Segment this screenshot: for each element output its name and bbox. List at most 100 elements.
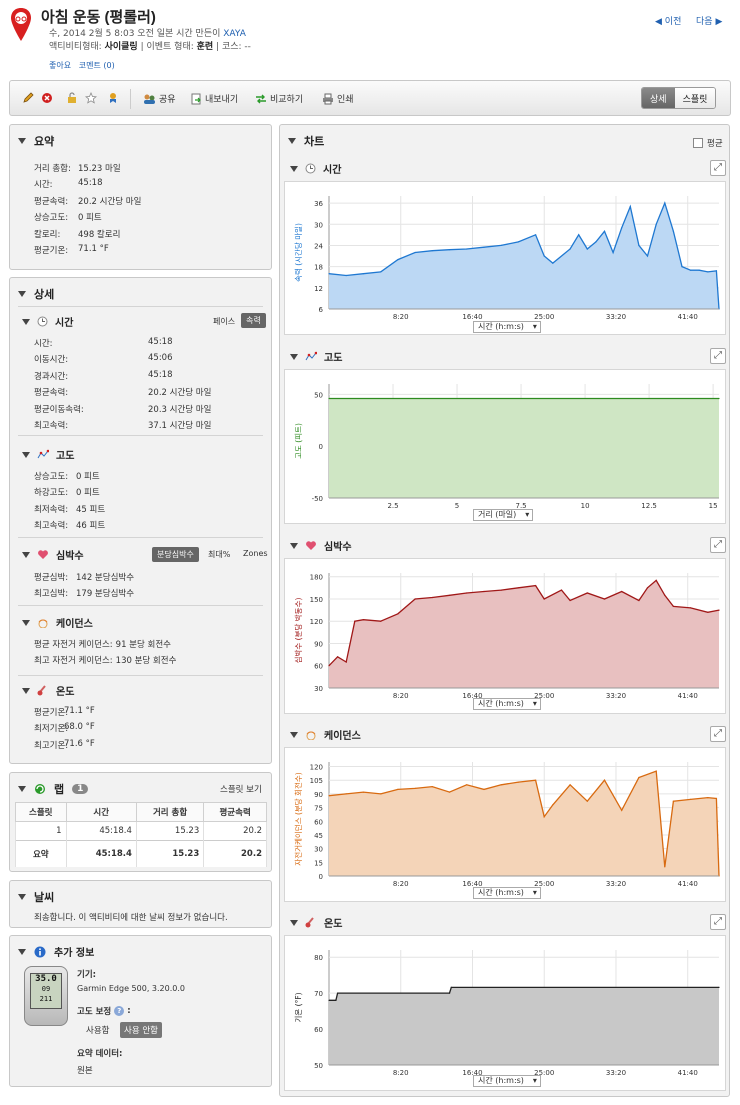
data-point <box>621 809 623 811</box>
x-tick-label: 8:20 <box>393 313 409 321</box>
x-tick-label: 41:40 <box>678 1069 698 1077</box>
elev-corr-off-option[interactable]: 사용 안함 <box>120 1022 162 1038</box>
elevation-chart-header[interactable]: 고도 <box>290 349 342 364</box>
bpm-toggle[interactable]: 분당심박수 <box>152 547 199 562</box>
toolbar-divider <box>130 89 131 109</box>
details-header[interactable]: 상세 <box>18 286 54 302</box>
split-view-button[interactable]: 스플릿 <box>674 88 716 108</box>
weather-header[interactable]: 날씨 <box>18 889 54 905</box>
column-header[interactable]: 평균속력 <box>203 802 267 822</box>
star-icon[interactable] <box>85 92 97 104</box>
collapse-icon <box>18 138 26 144</box>
export-button[interactable]: 내보내기 <box>190 92 238 105</box>
time-section-header[interactable]: 시간 <box>22 314 73 329</box>
compare-button[interactable]: 비교하기 <box>255 92 303 105</box>
cadence-section-title: 케이던스 <box>56 619 93 630</box>
collapse-icon <box>18 894 26 900</box>
lap-cell: 1 <box>15 821 67 841</box>
expand-icon[interactable]: ⤢ <box>710 914 726 930</box>
print-button[interactable]: 인쇄 <box>322 92 354 105</box>
column-header[interactable]: 거리 총합 <box>135 802 205 822</box>
cadence-chart: 0 15 30 45 60 75 90 105 120 8:20 16:40 25:00 33:20 41… <box>284 747 726 902</box>
help-icon[interactable]: ? <box>114 1006 125 1016</box>
data-point <box>690 607 692 609</box>
delete-icon[interactable] <box>41 92 53 104</box>
y-axis-label: 심박수 (분당 박동수) <box>293 598 303 664</box>
hr-section-header[interactable]: 심박수 <box>22 547 84 562</box>
data-point <box>328 795 330 797</box>
data-point <box>603 779 606 781</box>
data-point <box>664 594 666 596</box>
badge-icon[interactable] <box>107 92 119 104</box>
data-point <box>707 797 709 799</box>
activity-type-value[interactable]: 사이클링 <box>105 42 138 52</box>
table-row[interactable]: 1 45:18.4 15.23 20.2 <box>15 821 267 841</box>
detail-view-button[interactable]: 상세 <box>642 88 675 108</box>
collapse-icon <box>290 353 298 360</box>
hr-chart-header[interactable]: 심박수 <box>290 538 352 553</box>
data-point <box>337 992 339 994</box>
edit-icon[interactable] <box>22 92 34 104</box>
hr-xaxis-select[interactable]: 시간 (h:m:s) <box>473 698 541 710</box>
divider <box>18 306 263 307</box>
stat-label: 칼로리: <box>34 229 61 240</box>
activity-pin-icon <box>10 7 32 43</box>
column-header[interactable]: 스플릿 <box>15 802 67 822</box>
stat-label: 상승고도: <box>34 213 69 224</box>
expand-icon[interactable]: ⤢ <box>710 537 726 553</box>
temp-section-header[interactable]: 온도 <box>22 683 74 698</box>
x-tick-label: 41:40 <box>678 692 698 700</box>
cadence-chart-header[interactable]: 케이던스 <box>290 727 361 742</box>
expand-icon[interactable]: ⤢ <box>710 160 726 176</box>
elevation-xaxis-select[interactable]: 거리 (마일) <box>473 509 534 521</box>
speed-toggle[interactable]: 속력 <box>241 313 266 328</box>
speed-chart-header[interactable]: 시간 <box>290 161 341 176</box>
thermometer-icon <box>37 685 46 696</box>
pace-toggle[interactable]: 페이스 <box>208 314 240 329</box>
zones-toggle[interactable]: Zones <box>238 547 273 560</box>
elev-corr-on-option[interactable]: 사용함 <box>86 1024 109 1036</box>
info-header[interactable]: 추가 정보 <box>18 944 94 959</box>
prev-link[interactable]: ◀ 이전 <box>655 14 681 27</box>
cadence-section-header[interactable]: 케이던스 <box>22 615 93 630</box>
laps-header[interactable]: 랩1 <box>18 781 89 797</box>
like-link[interactable]: 좋아요 <box>49 61 71 70</box>
cadence-xaxis-select[interactable]: 시간 (h:m:s) <box>473 887 541 899</box>
elevation-section-header[interactable]: 고도 <box>22 447 74 462</box>
stat-row: 평균이동속력: 20.3 시간당 마일 <box>34 403 211 415</box>
checkbox[interactable] <box>693 138 703 148</box>
temp-xaxis-select[interactable]: 시간 (h:m:s) <box>473 1075 541 1087</box>
y-tick-label: 0 <box>319 873 323 881</box>
toolbar: 공유 내보내기 비교하기 인쇄 상세 스플릿 <box>9 80 731 116</box>
comment-link[interactable]: 코멘트 (0) <box>79 61 115 70</box>
thermometer-icon <box>305 917 314 928</box>
expand-icon[interactable]: ⤢ <box>710 726 726 742</box>
author-link[interactable]: XAYA <box>223 29 246 39</box>
temp-chart-header[interactable]: 온도 <box>290 915 342 930</box>
split-view-link[interactable]: 스플릿 보기 <box>220 783 262 795</box>
temp-chart-title: 온도 <box>324 919 343 930</box>
expand-icon[interactable]: ⤢ <box>710 348 726 364</box>
y-tick-label: 75 <box>314 805 323 813</box>
stat-row: 최저속력: 45 피트 <box>34 503 105 515</box>
share-button[interactable]: 공유 <box>143 92 176 105</box>
speed-xaxis-select[interactable]: 시간 (h:m:s) <box>473 321 541 333</box>
print-label: 인쇄 <box>337 95 354 105</box>
activity-meta-line2: 액티비티형태: 사이클링 | 이벤트 형태: 훈련 | 코스: -- <box>49 41 251 54</box>
data-point <box>335 999 337 1001</box>
lock-icon[interactable] <box>66 92 78 104</box>
charts-header[interactable]: 차트 <box>288 133 324 149</box>
average-checkbox[interactable]: 평균 <box>693 137 723 149</box>
column-header[interactable]: 시간 <box>65 802 137 822</box>
y-axis-label: 고도 (피트) <box>294 423 303 459</box>
stat-label: 최고속력: <box>34 521 69 532</box>
next-link[interactable]: 다음 ▶ <box>696 14 722 27</box>
stat-value: 20.3 시간당 마일 <box>148 404 212 415</box>
event-type-value[interactable]: 훈련 <box>197 42 214 52</box>
data-point <box>328 273 330 275</box>
summary-header[interactable]: 요약 <box>18 133 54 149</box>
x-tick-label: 8:20 <box>393 880 409 888</box>
data-point <box>621 590 623 593</box>
data-point <box>483 590 485 593</box>
max-percent-toggle[interactable]: 최대% <box>203 547 235 562</box>
